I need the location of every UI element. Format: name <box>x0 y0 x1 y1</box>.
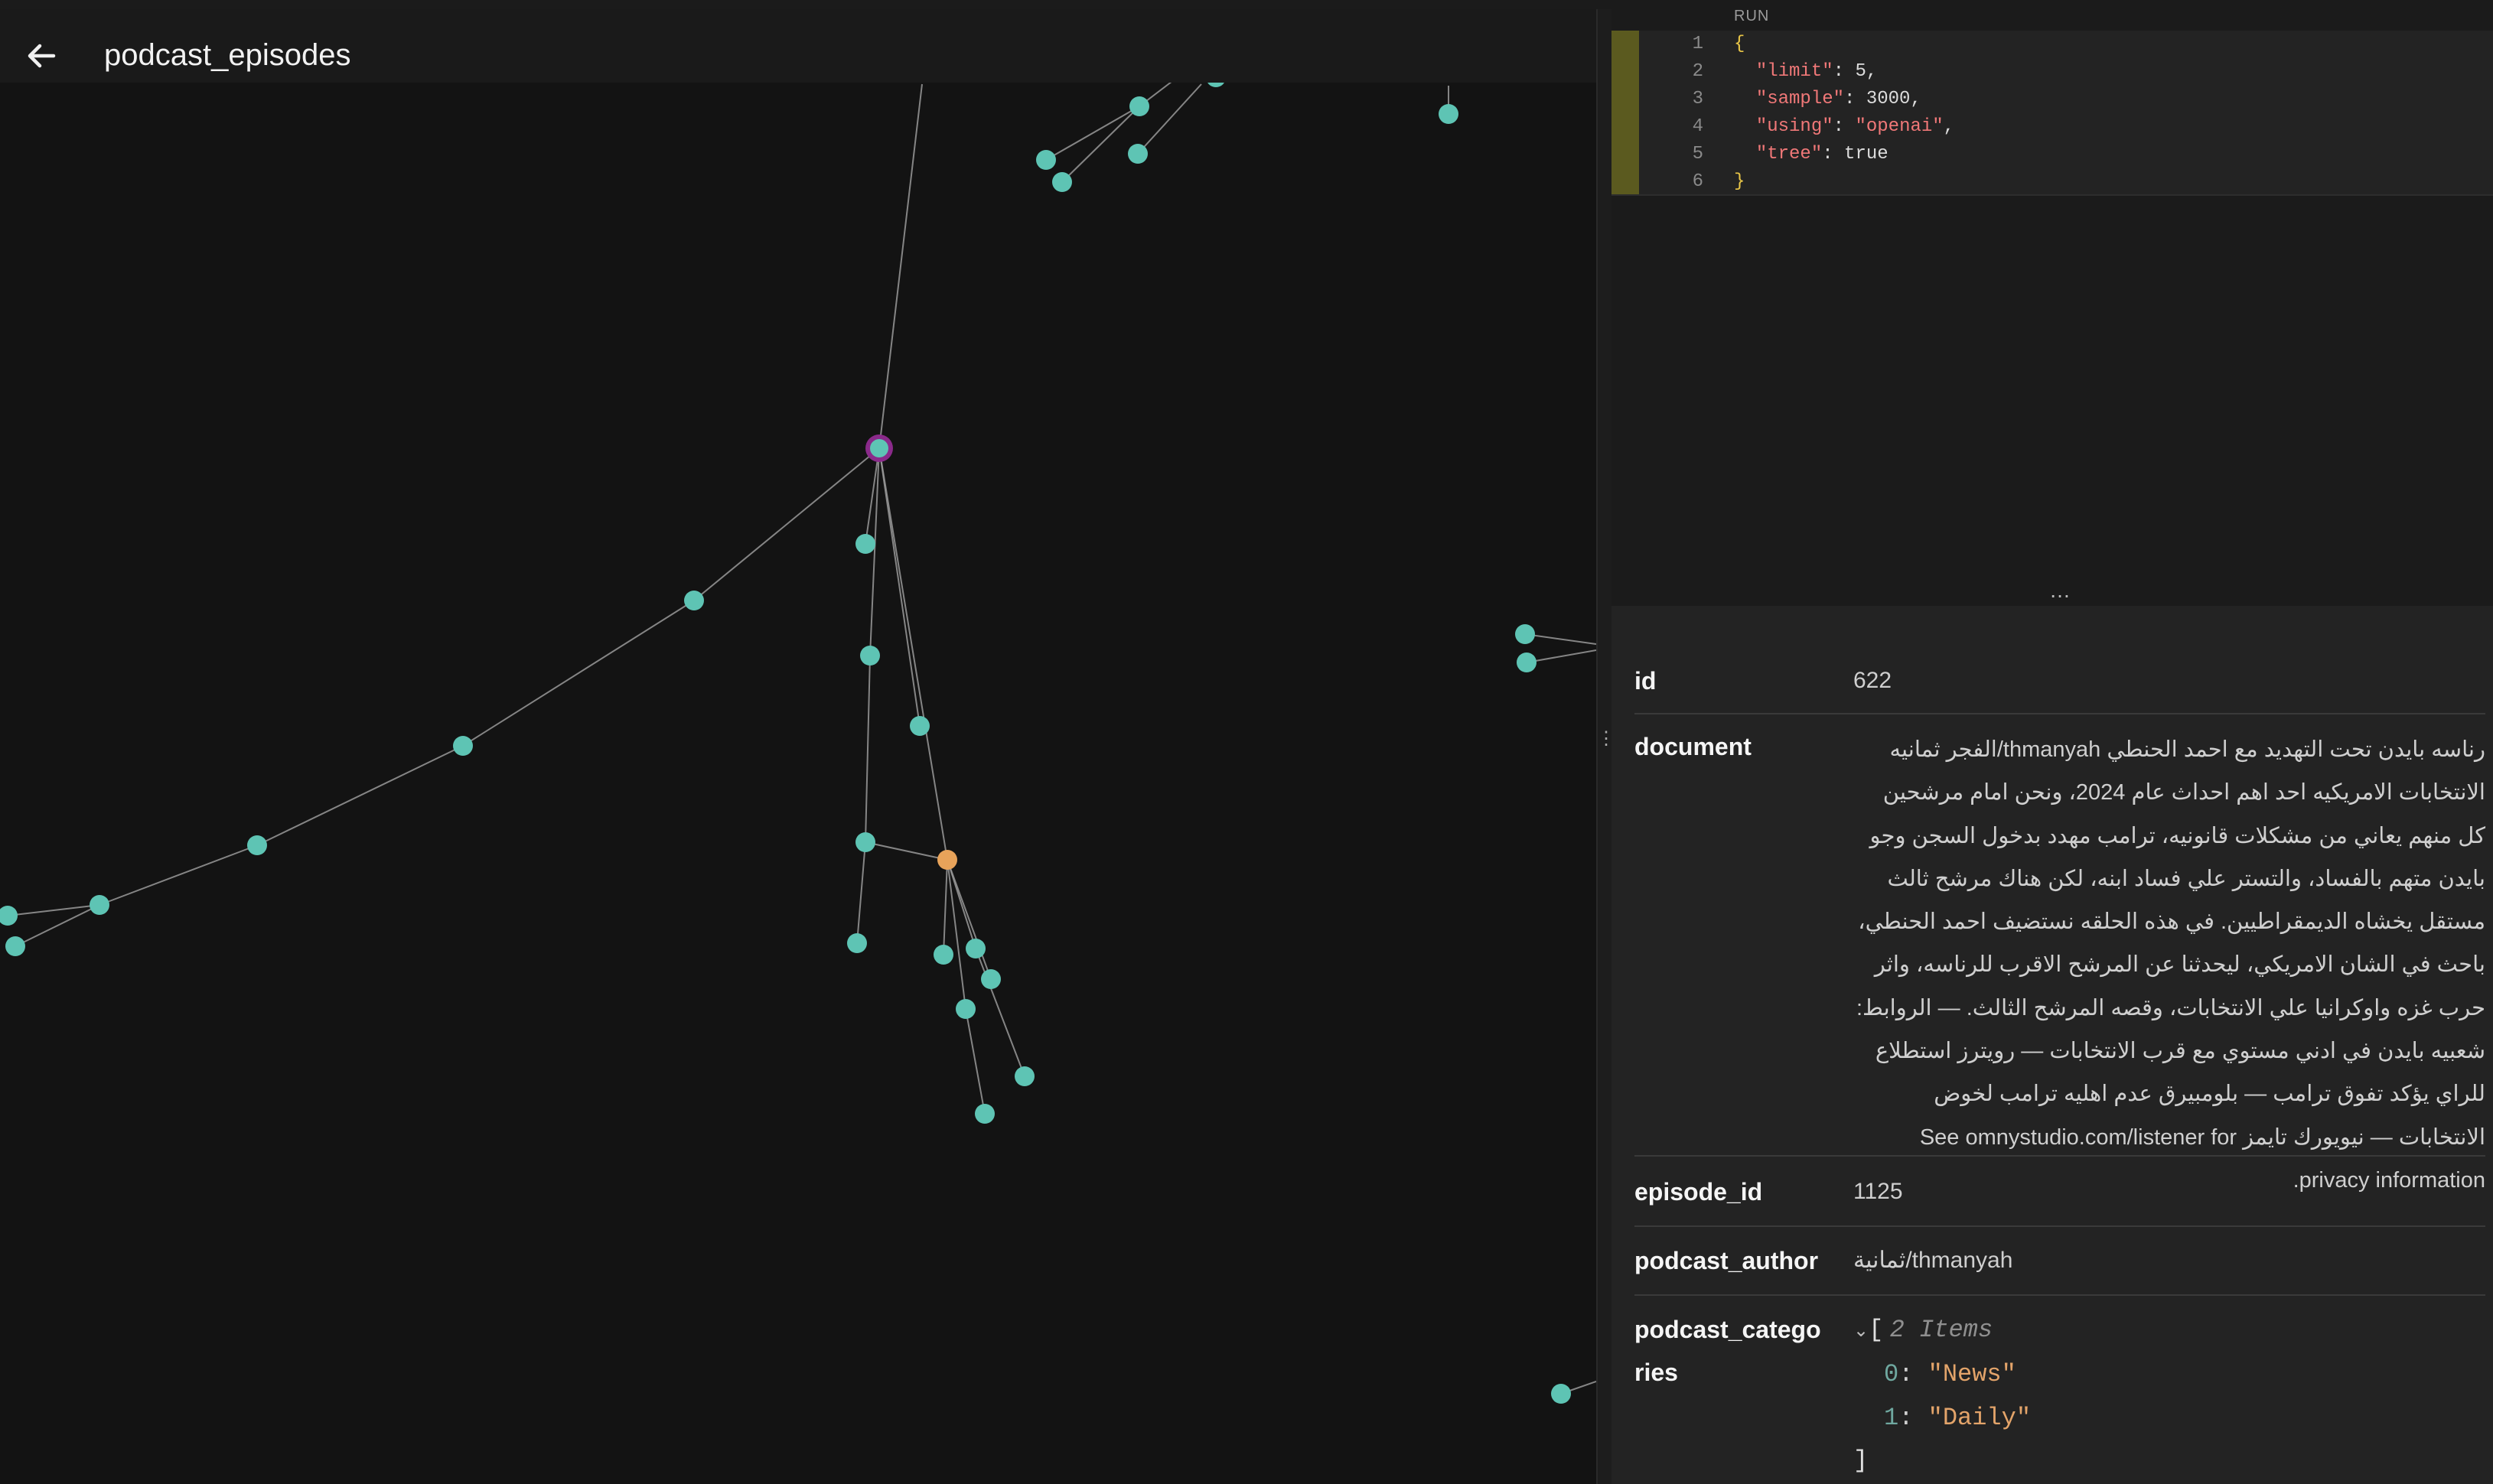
field-value[interactable]: ثمانية/thmanyah <box>1853 1239 2485 1282</box>
graph-edge <box>965 1008 986 1115</box>
code-text: "sample": 3000, <box>1755 89 1921 109</box>
graph-edge <box>878 447 921 727</box>
line-number: 3 <box>1692 89 1703 109</box>
graph-edge <box>1137 83 1202 155</box>
graph-node[interactable] <box>0 906 18 926</box>
graph-edge <box>865 655 871 843</box>
json-open-bracket: [ <box>1869 1316 1884 1344</box>
graph-node[interactable] <box>453 736 473 756</box>
code-text: "limit": 5, <box>1755 61 1878 82</box>
page-title: podcast_episodes <box>104 38 351 72</box>
document-text: رناسه بايدن تحت التهديد مع احمد الحنطي t… <box>1856 737 2485 1193</box>
field-row-document: document رناسه بايدن تحت التهديد مع احمد… <box>1634 718 2485 1193</box>
json-array-header[interactable]: ⌄[ 2 Items <box>1853 1308 2485 1352</box>
field-row-podcast-categories: podcast_catego ries ⌄[ 2 Items 0: "News"… <box>1634 1300 2485 1484</box>
field-row-podcast-author: podcast_author ثمانية/thmanyah <box>1634 1232 2485 1296</box>
json-string: "Daily" <box>1928 1404 2032 1432</box>
run-button[interactable]: RUN <box>1734 8 1769 25</box>
graph-node-highlighted[interactable] <box>937 850 957 870</box>
graph-node[interactable] <box>1036 150 1056 170</box>
graph-node[interactable] <box>1439 104 1458 124</box>
json-index: 1 <box>1884 1404 1899 1432</box>
code-text: "using": "openai", <box>1755 116 1955 137</box>
line-number: 1 <box>1692 34 1703 54</box>
code-text: } <box>1734 171 1745 192</box>
graph-node[interactable] <box>1052 172 1072 192</box>
field-value[interactable]: 1125 <box>1853 1170 2485 1213</box>
line-number: 4 <box>1692 116 1703 137</box>
graph-edge <box>947 859 992 980</box>
json-array-value[interactable]: ⌄[ 2 Items 0: "News" 1: "Daily" ] <box>1853 1308 2485 1482</box>
graph-node[interactable] <box>1551 1384 1571 1404</box>
graph-node[interactable] <box>1515 624 1535 644</box>
field-key: document <box>1634 733 1752 760</box>
graph-svg[interactable] <box>0 9 1596 1484</box>
json-close-bracket: ] <box>1853 1447 1869 1475</box>
field-key: episode_id <box>1634 1178 1763 1206</box>
graph-node[interactable] <box>981 969 1001 989</box>
drag-handle-icon[interactable]: ⋮ <box>1597 730 1615 748</box>
graph-node[interactable] <box>934 945 953 965</box>
line-number: 2 <box>1692 61 1703 82</box>
graph-node[interactable] <box>910 716 930 736</box>
graph-node-selected[interactable] <box>870 439 888 457</box>
json-string: "News" <box>1928 1360 2016 1388</box>
graph-node[interactable] <box>1015 1066 1035 1086</box>
graph-node[interactable] <box>5 936 25 956</box>
graph-edge <box>1524 633 1596 645</box>
code-text: "tree": true <box>1755 144 1888 164</box>
graph-node[interactable] <box>847 933 867 953</box>
graph-node[interactable] <box>684 591 704 610</box>
arrow-left-icon <box>28 44 56 68</box>
code-text: { <box>1734 34 1745 54</box>
graph-node[interactable] <box>860 646 880 666</box>
graph-edge <box>856 841 866 944</box>
field-value[interactable]: 622 <box>1853 659 2485 702</box>
graph-node[interactable] <box>966 939 986 958</box>
chevron-down-icon[interactable]: ⌄ <box>1853 1320 1869 1341</box>
graph-node[interactable] <box>855 534 875 554</box>
graph-node[interactable] <box>247 835 267 855</box>
graph-edge <box>256 745 464 846</box>
graph-node[interactable] <box>975 1104 995 1124</box>
graph-edge <box>975 948 1025 1077</box>
json-item-count: 2 Items <box>1889 1316 1993 1344</box>
field-key: podcast_author <box>1634 1247 1819 1274</box>
field-row-episode-id: episode_id 1125 <box>1634 1163 2485 1227</box>
line-number: 6 <box>1692 171 1703 192</box>
json-item: 0: "News" <box>1884 1360 2016 1388</box>
json-item: 1: "Daily" <box>1884 1404 2032 1432</box>
field-key: podcast_catego ries <box>1634 1308 1849 1394</box>
line-number: 5 <box>1692 144 1703 164</box>
graph-edge <box>693 447 880 601</box>
header-bar: podcast_episodes <box>0 9 1596 83</box>
editor-gutter-highlight <box>1611 31 1639 194</box>
graph-canvas[interactable] <box>0 9 1596 1484</box>
graph-edge <box>878 447 948 861</box>
graph-edge <box>878 83 923 449</box>
back-button[interactable] <box>21 35 63 76</box>
graph-edge <box>865 841 948 861</box>
graph-edge <box>15 904 100 947</box>
field-value[interactable]: رناسه بايدن تحت التهديد مع احمد الحنطي t… <box>1853 728 2485 1202</box>
graph-node[interactable] <box>1517 653 1537 672</box>
json-index: 0 <box>1884 1360 1899 1388</box>
graph-edge <box>7 904 100 916</box>
graph-edge <box>99 845 258 906</box>
field-key-line: ries <box>1634 1359 1678 1386</box>
field-key: id <box>1634 667 1657 695</box>
graph-node[interactable] <box>90 895 109 915</box>
graph-node[interactable] <box>1128 144 1148 164</box>
horizontal-drag-handle-icon[interactable]: … <box>2049 580 2071 601</box>
graph-edge <box>1526 649 1596 663</box>
field-row-id: id 622 <box>1634 652 2485 714</box>
graph-edge <box>947 859 966 1010</box>
graph-node[interactable] <box>956 999 976 1019</box>
graph-node[interactable] <box>1129 96 1149 116</box>
graph-edge <box>943 859 948 955</box>
graph-edge <box>462 600 695 747</box>
field-key-line: podcast_catego <box>1634 1316 1821 1343</box>
graph-node[interactable] <box>855 832 875 852</box>
